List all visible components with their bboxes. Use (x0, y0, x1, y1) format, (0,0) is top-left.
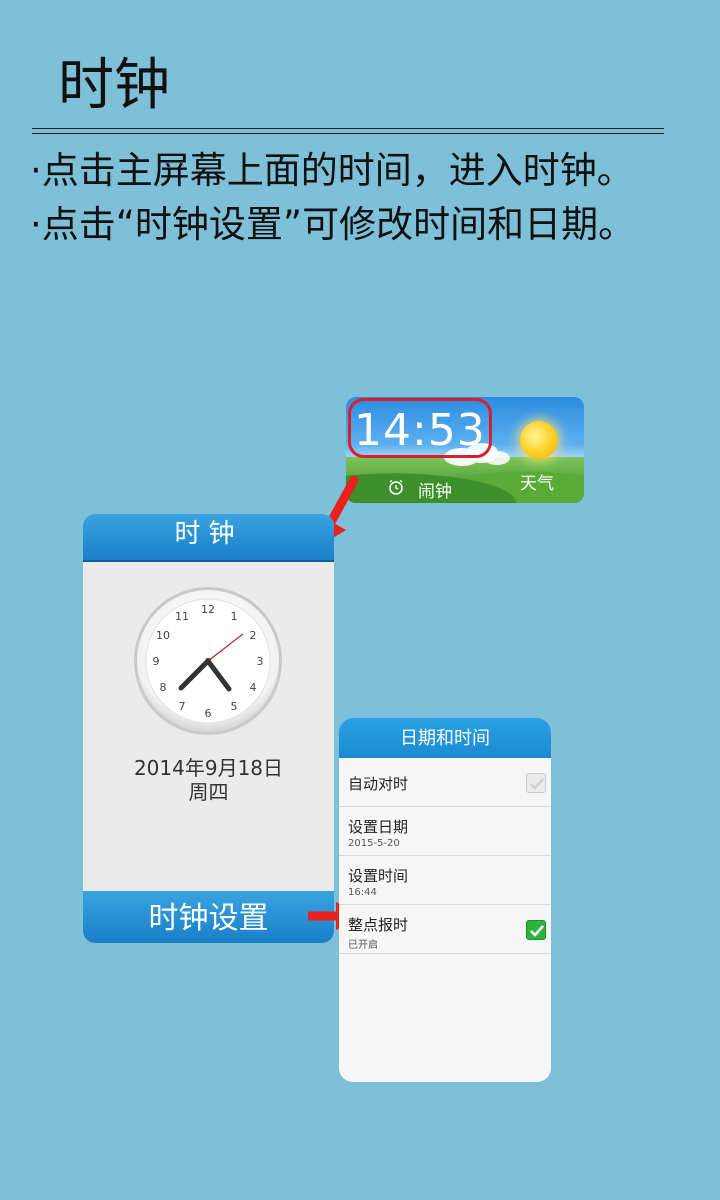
instructions: ·点击主屏幕上面的时间，进入时钟。 ·点击“时钟设置”可修改时间和日期。 (30, 144, 635, 252)
weekday-text: 周四 (188, 780, 229, 804)
check-icon (530, 925, 544, 937)
date-time-settings-panel: 日期和时间 自动对时 设置日期 2015-5-20 设置时间 16:44 整点报… (339, 718, 551, 1082)
clock-numeral: 4 (250, 681, 257, 694)
clock-numeral: 5 (231, 700, 238, 713)
alarm-clock-icon (389, 479, 403, 495)
alarm-label[interactable]: 闹钟 (418, 477, 452, 502)
check-icon (530, 778, 544, 790)
clock-numeral: 6 (205, 707, 212, 720)
clock-app-panel: 时钟 12 1 2 3 4 5 6 7 8 9 10 11 2014年9月18日 周四 时钟设置 (83, 514, 334, 943)
auto-time-sync-row[interactable]: 自动对时 (339, 758, 551, 807)
page-title: 时钟 (58, 53, 170, 118)
clock-numeral: 2 (250, 629, 257, 642)
clock-numeral: 12 (201, 603, 215, 616)
clock-numeral: 11 (175, 610, 189, 623)
weather-label[interactable]: 天气 (520, 469, 554, 494)
clock-numeral: 10 (156, 629, 170, 642)
instruction-line-2: ·点击“时钟设置”可修改时间和日期。 (30, 203, 636, 246)
clock-date: 2014年9月18日 周四 (83, 756, 334, 804)
sun-icon[interactable] (520, 421, 558, 459)
settings-row-label: 自动对时 (348, 775, 409, 793)
settings-row-label: 整点报时 (348, 916, 409, 934)
clock-panel-header: 时钟 (83, 514, 334, 562)
clock-numeral: 1 (231, 610, 238, 623)
clock-numeral: 8 (160, 681, 167, 694)
date-text: 2014年9月18日 (133, 756, 284, 780)
settings-row-label: 设置时间 (348, 867, 409, 885)
hourly-chime-checkbox[interactable] (526, 920, 546, 940)
instruction-line-1: ·点击主屏幕上面的时间，进入时钟。 (30, 149, 634, 192)
set-time-row[interactable]: 设置时间 16:44 (339, 856, 551, 905)
analog-clock: 121234567891011 (134, 587, 282, 735)
settings-row-value: 2015-5-20 (348, 838, 400, 849)
settings-row-value: 已开启 (348, 940, 378, 951)
set-date-row[interactable]: 设置日期 2015-5-20 (339, 807, 551, 856)
settings-header: 日期和时间 (339, 718, 551, 758)
clock-numeral: 7 (179, 700, 186, 713)
settings-row-label: 设置日期 (348, 818, 409, 836)
hourly-chime-row[interactable]: 整点报时 已开启 (339, 905, 551, 954)
clock-numeral: 3 (257, 655, 264, 668)
clock-numeral: 9 (153, 655, 160, 668)
time-highlight-circle (348, 398, 492, 458)
clock-settings-button[interactable]: 时钟设置 (83, 891, 334, 943)
title-divider (32, 128, 664, 134)
settings-row-value: 16:44 (348, 887, 377, 898)
auto-sync-checkbox[interactable] (526, 773, 546, 793)
